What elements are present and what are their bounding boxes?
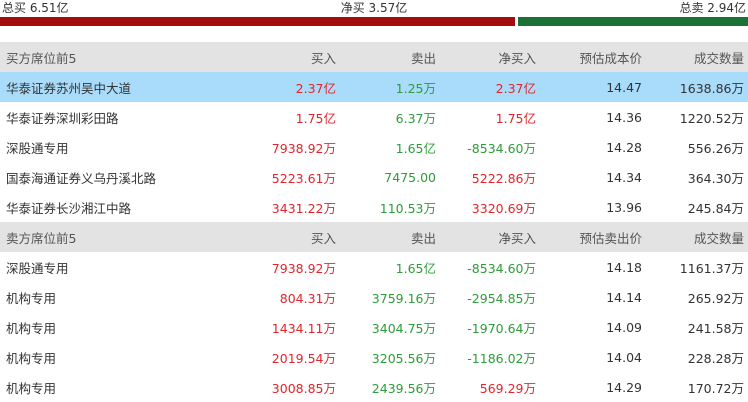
est-price: 14.09 [606, 319, 642, 335]
buy-amount: 7938.92万 [271, 260, 336, 276]
header-seat: 卖方席位前5 [0, 222, 238, 252]
seat-name[interactable]: 华泰证券深圳彩田路 [0, 102, 238, 132]
net-buy-label: 净买 3.57亿 [340, 1, 408, 15]
seat-name[interactable]: 机构专用 [0, 312, 238, 342]
header-buy-amount: 买入 [238, 222, 338, 252]
est-price: 14.36 [606, 109, 642, 125]
buy-amount: 2.37亿 [238, 72, 338, 102]
header-volume: 成交数量 [646, 42, 748, 72]
header-buy-amount: 买入 [238, 42, 338, 72]
net-buy: -1970.64万 [467, 320, 536, 336]
table-row[interactable]: 华泰证券苏州吴中大道 2.37亿 1.25万 2.37亿 14.47 1638.… [0, 72, 748, 102]
seat-name[interactable]: 国泰海通证券义乌丹溪北路 [0, 162, 238, 192]
volume: 556.26万 [687, 140, 744, 156]
volume: 1161.37万 [679, 260, 744, 276]
volume: 364.30万 [687, 170, 744, 186]
volume: 241.58万 [687, 320, 744, 336]
total-sell-bar [518, 17, 748, 26]
volume: 1638.86万 [646, 72, 748, 102]
sell-amount: 1.25万 [338, 72, 438, 102]
table-row[interactable]: 深股通专用 7938.92万 1.65亿 -8534.60万 14.28 556… [0, 132, 748, 162]
table-row[interactable]: 国泰海通证券义乌丹溪北路 5223.61万 7475.00 5222.86万 1… [0, 162, 748, 192]
table-row[interactable]: 华泰证券长沙湘江中路 3431.22万 110.53万 3320.69万 13.… [0, 192, 748, 222]
est-price: 14.18 [606, 259, 642, 275]
seat-name[interactable]: 深股通专用 [0, 252, 238, 282]
est-price: 14.14 [606, 289, 642, 305]
seat-name[interactable]: 华泰证券长沙湘江中路 [0, 192, 238, 222]
volume: 1220.52万 [679, 110, 744, 126]
seat-name[interactable]: 机构专用 [0, 372, 238, 402]
net-buy: -8534.60万 [467, 140, 536, 156]
volume: 228.28万 [687, 350, 744, 366]
table-row[interactable]: 机构专用 804.31万 3759.16万 -2954.85万 14.14 26… [0, 282, 748, 312]
table-row[interactable]: 机构专用 2019.54万 3205.56万 -1186.02万 14.04 2… [0, 342, 748, 372]
buy-amount: 804.31万 [279, 290, 336, 306]
header-est-sell-price: 预估卖出价 [538, 222, 646, 252]
sell-amount: 1.65亿 [395, 260, 436, 276]
net-buy: -2954.85万 [467, 290, 536, 306]
volume: 245.84万 [687, 200, 744, 216]
seat-name[interactable]: 华泰证券苏州吴中大道 [0, 72, 238, 102]
sell-amount: 3205.56万 [371, 350, 436, 366]
buy-amount: 1434.11万 [271, 320, 336, 336]
header-volume: 成交数量 [646, 222, 748, 252]
header-sell-amount: 卖出 [338, 222, 438, 252]
net-buy: 569.29万 [479, 380, 536, 396]
buy-amount: 1.75亿 [295, 110, 336, 126]
est-price: 14.04 [606, 349, 642, 365]
total-buy-bar [0, 17, 515, 26]
seat-name[interactable]: 深股通专用 [0, 132, 238, 162]
header-seat: 买方席位前5 [0, 42, 238, 72]
sell-amount: 1.65亿 [395, 140, 436, 156]
sell-section-header: 卖方席位前5 买入 卖出 净买入 预估卖出价 成交数量 [0, 222, 748, 252]
buy-section-header: 买方席位前5 买入 卖出 净买入 预估成本价 成交数量 [0, 42, 748, 72]
est-price: 14.28 [606, 139, 642, 155]
header-sell-amount: 卖出 [338, 42, 438, 72]
buy-amount: 3008.85万 [271, 380, 336, 396]
header-net-buy: 净买入 [438, 222, 538, 252]
net-buy: -8534.60万 [467, 260, 536, 276]
est-price: 14.47 [538, 72, 646, 102]
net-buy: 5222.86万 [471, 170, 536, 186]
est-price: 13.96 [606, 199, 642, 215]
dragon-tiger-table: 买方席位前5 买入 卖出 净买入 预估成本价 成交数量 华泰证券苏州吴中大道 2… [0, 42, 748, 402]
buy-amount: 5223.61万 [271, 170, 336, 186]
table-row[interactable]: 华泰证券深圳彩田路 1.75亿 6.37万 1.75亿 14.36 1220.5… [0, 102, 748, 132]
sell-amount: 6.37万 [395, 110, 436, 126]
header-net-buy: 净买入 [438, 42, 538, 72]
table-row[interactable]: 机构专用 1434.11万 3404.75万 -1970.64万 14.09 2… [0, 312, 748, 342]
est-price: 14.34 [606, 169, 642, 185]
total-sell-label: 总卖 2.94亿 [679, 1, 746, 15]
volume: 170.72万 [687, 380, 744, 396]
net-buy: -1186.02万 [467, 350, 536, 366]
sell-amount: 7475.00 [384, 169, 436, 185]
seat-name[interactable]: 机构专用 [0, 282, 238, 312]
header-est-cost: 预估成本价 [538, 42, 646, 72]
sell-amount: 110.53万 [379, 200, 436, 216]
buy-sell-summary: 总买 6.51亿 净买 3.57亿 总卖 2.94亿 [0, 0, 748, 28]
sell-amount: 3404.75万 [371, 320, 436, 336]
net-buy: 2.37亿 [438, 72, 538, 102]
buy-amount: 2019.54万 [271, 350, 336, 366]
net-buy: 3320.69万 [471, 200, 536, 216]
volume: 265.92万 [687, 290, 744, 306]
seat-name[interactable]: 机构专用 [0, 342, 238, 372]
buy-amount: 3431.22万 [271, 200, 336, 216]
buy-amount: 7938.92万 [271, 140, 336, 156]
table-row[interactable]: 深股通专用 7938.92万 1.65亿 -8534.60万 14.18 116… [0, 252, 748, 282]
sell-amount: 2439.56万 [371, 380, 436, 396]
net-buy: 1.75亿 [495, 110, 536, 126]
sell-amount: 3759.16万 [371, 290, 436, 306]
table-row[interactable]: 机构专用 3008.85万 2439.56万 569.29万 14.29 170… [0, 372, 748, 402]
est-price: 14.29 [606, 379, 642, 395]
